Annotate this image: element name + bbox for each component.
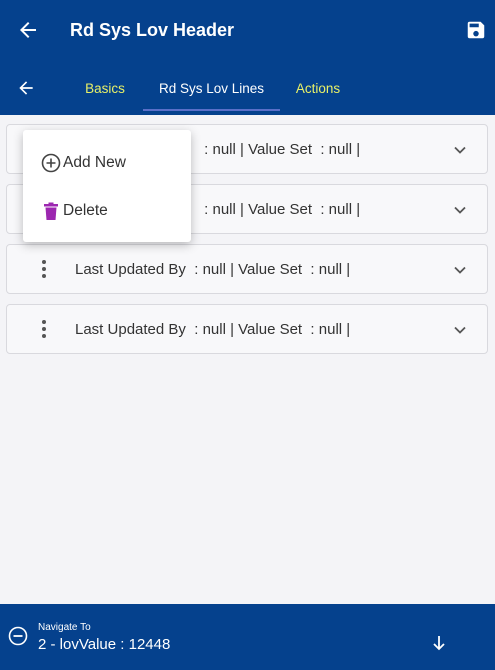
chevron-down-icon[interactable] bbox=[453, 143, 467, 157]
list-item-text: Last Updated By : null | Value Set : nul… bbox=[75, 261, 351, 278]
tab-rd-sys-lov-lines-label: Rd Sys Lov Lines bbox=[158, 81, 265, 96]
page-title: Rd Sys Lov Header bbox=[70, 19, 235, 40]
list-item-text: : null | Value Set : null | bbox=[200, 141, 361, 158]
add-circle-icon bbox=[41, 153, 61, 173]
more-vert-icon[interactable] bbox=[41, 320, 47, 340]
save-icon[interactable] bbox=[465, 19, 487, 41]
list-item[interactable]: Last Updated By : null | Value Set : nul… bbox=[6, 304, 488, 354]
navigate-to-value[interactable]: 2 - lovValue : 12448 bbox=[38, 636, 170, 653]
minus-circle-icon[interactable] bbox=[8, 626, 28, 646]
menu-item-label: Delete bbox=[63, 202, 108, 219]
menu-item-add-new[interactable]: Add New bbox=[23, 139, 191, 187]
app-header: Rd Sys Lov Header bbox=[0, 0, 495, 60]
tab-rd-sys-lov-lines[interactable]: Rd Sys Lov Lines bbox=[143, 60, 280, 115]
list-item[interactable]: Last Updated By : null | Value Set : nul… bbox=[6, 244, 488, 294]
chevron-down-icon[interactable] bbox=[453, 263, 467, 277]
arrow-down-icon[interactable] bbox=[432, 635, 446, 651]
menu-item-delete[interactable]: Delete bbox=[23, 187, 191, 235]
navigate-to-footer: Navigate To 2 - lovValue : 12448 bbox=[0, 604, 495, 670]
more-vert-icon[interactable] bbox=[41, 260, 47, 280]
tab-actions[interactable]: Actions bbox=[282, 60, 354, 115]
tab-basics[interactable]: Basics bbox=[70, 60, 140, 115]
chevron-down-icon[interactable] bbox=[453, 323, 467, 337]
tab-back-arrow-icon[interactable] bbox=[16, 78, 36, 98]
navigate-to-caption: Navigate To bbox=[38, 622, 91, 633]
tab-bar: Basics Rd Sys Lov Lines Actions bbox=[0, 60, 495, 115]
back-arrow-icon[interactable] bbox=[16, 18, 40, 42]
chevron-down-icon[interactable] bbox=[453, 203, 467, 217]
context-menu: Add New Delete bbox=[23, 130, 191, 242]
menu-item-label: Add New bbox=[63, 154, 126, 171]
list-item-text: : null | Value Set : null | bbox=[200, 201, 361, 218]
list-item-text: Last Updated By : null | Value Set : nul… bbox=[75, 321, 351, 338]
active-tab-indicator bbox=[143, 109, 280, 111]
trash-icon bbox=[44, 202, 58, 220]
